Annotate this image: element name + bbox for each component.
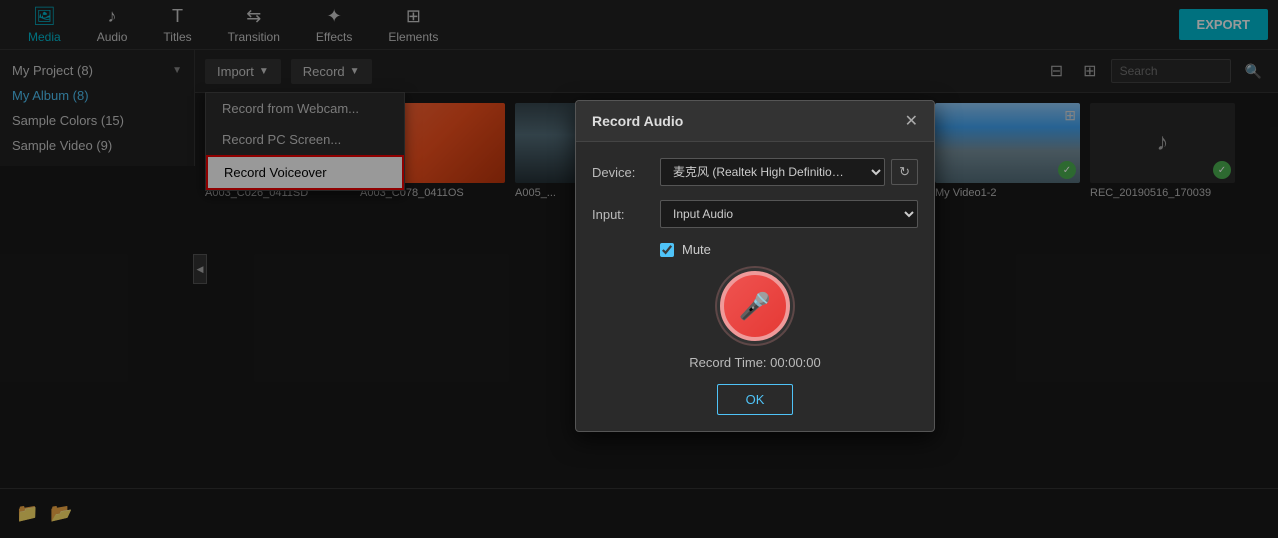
- toolbar-elements[interactable]: ⊞ Elements: [370, 1, 456, 49]
- record-time: Record Time: 00:00:00: [592, 355, 918, 370]
- add-icon: 📂: [50, 503, 72, 523]
- record-label: Record: [303, 64, 345, 79]
- mute-checkbox[interactable]: [660, 243, 674, 257]
- microphone-icon: 🎤: [739, 291, 771, 322]
- search-input[interactable]: [1111, 59, 1231, 83]
- sidebar-item-my-project[interactable]: My Project (8) ▼: [0, 58, 194, 83]
- media-label: REC_20190516_170039: [1090, 187, 1235, 199]
- list-item[interactable]: ✓ ⊞ My Video1-2: [935, 103, 1080, 199]
- refresh-device-button[interactable]: ↻: [891, 159, 918, 185]
- elements-icon: ⊞: [406, 6, 421, 27]
- music-note-icon: ♪: [1157, 129, 1169, 157]
- toolbar-audio[interactable]: ♪ Audio: [79, 1, 146, 49]
- add-button[interactable]: 📂: [50, 503, 72, 524]
- media-label: My Video1-2: [935, 187, 1080, 199]
- record-btn-wrap: 🎤: [592, 271, 918, 341]
- top-toolbar: 🖼 Media ♪ Audio T Titles ⇆ Transition ✦ …: [0, 0, 1278, 50]
- media-thumbnail: ♪ ✓: [1090, 103, 1235, 183]
- toolbar-media[interactable]: 🖼 Media: [10, 1, 79, 49]
- record-voiceover-item[interactable]: Record Voiceover: [206, 155, 404, 190]
- grid-view-icon-button[interactable]: ⊞: [1077, 58, 1102, 84]
- import-button[interactable]: Import ▼: [205, 59, 281, 84]
- new-folder-button[interactable]: 📁: [16, 503, 38, 524]
- device-label: Device:: [592, 165, 652, 180]
- device-select-wrap: 麦克风 (Realtek High Definitio… ↻: [660, 158, 918, 186]
- sidebar-item-my-album[interactable]: My Album (8): [0, 83, 194, 108]
- input-select-wrap: Input AudioMicrophone: [660, 200, 918, 228]
- sidebar-item-my-project-label: My Project (8): [12, 63, 93, 78]
- device-select[interactable]: 麦克风 (Realtek High Definitio…: [660, 158, 885, 186]
- folder-icon: 📁: [16, 503, 38, 523]
- input-select[interactable]: Input AudioMicrophone: [660, 200, 918, 228]
- device-row: Device: 麦克风 (Realtek High Definitio… ↻: [592, 158, 918, 186]
- dialog-body: Device: 麦克风 (Realtek High Definitio… ↻ I…: [576, 142, 934, 431]
- sidebar-wrap: My Project (8) ▼ My Album (8) Sample Col…: [0, 50, 195, 488]
- toolbar-transition-label: Transition: [228, 30, 280, 44]
- filter-icon-button[interactable]: ⊟: [1044, 58, 1069, 84]
- toolbar-transition[interactable]: ⇆ Transition: [210, 1, 298, 49]
- dialog-close-button[interactable]: ✕: [905, 111, 918, 131]
- record-webcam-item[interactable]: Record from Webcam...: [206, 93, 404, 124]
- grid-icon: ⊞: [1064, 107, 1076, 124]
- action-bar: Import ▼ Record ▼ Record from Webcam... …: [195, 50, 1278, 93]
- mute-label: Mute: [682, 242, 711, 257]
- sidebar-item-sample-colors-label: Sample Colors (15): [12, 113, 124, 128]
- export-button[interactable]: EXPORT: [1179, 9, 1268, 40]
- chevron-down-icon: ▼: [172, 65, 182, 76]
- toolbar-elements-label: Elements: [388, 30, 438, 44]
- sidebar-item-my-album-label: My Album (8): [12, 88, 89, 103]
- media-thumbnail: ✓ ⊞: [935, 103, 1080, 183]
- check-overlay: ✓: [1058, 161, 1076, 179]
- bottom-bar: 📁 📂: [0, 488, 1278, 538]
- record-dropdown-menu: Record from Webcam... Record PC Screen..…: [205, 92, 405, 191]
- record-button[interactable]: Record ▼: [291, 59, 372, 84]
- record-dropdown-arrow: ▼: [350, 66, 360, 77]
- record-mic-button[interactable]: 🎤: [720, 271, 790, 341]
- sidebar-item-sample-video[interactable]: Sample Video (9): [0, 133, 194, 158]
- toolbar-right: ⊟ ⊞ 🔍: [1044, 58, 1268, 84]
- list-item[interactable]: ♪ ✓ REC_20190516_170039: [1090, 103, 1235, 199]
- toolbar-effects-label: Effects: [316, 30, 352, 44]
- toolbar-media-label: Media: [28, 30, 61, 44]
- effects-icon: ✦: [327, 6, 342, 27]
- media-icon: 🖼: [33, 6, 56, 27]
- record-screen-item[interactable]: Record PC Screen...: [206, 124, 404, 155]
- sidebar-collapse-button[interactable]: ◀: [193, 254, 207, 284]
- toolbar-titles[interactable]: T Titles: [145, 1, 209, 49]
- check-overlay: ✓: [1213, 161, 1231, 179]
- toolbar-effects[interactable]: ✦ Effects: [298, 1, 370, 49]
- mute-row: Mute: [660, 242, 918, 257]
- toolbar-titles-label: Titles: [163, 30, 191, 44]
- dialog-header: Record Audio ✕: [576, 101, 934, 142]
- search-icon-button[interactable]: 🔍: [1239, 60, 1268, 83]
- sidebar-item-sample-video-label: Sample Video (9): [12, 138, 112, 153]
- transition-icon: ⇆: [246, 6, 261, 27]
- sidebar: My Project (8) ▼ My Album (8) Sample Col…: [0, 50, 195, 166]
- record-audio-dialog[interactable]: Record Audio ✕ Device: 麦克风 (Realtek High…: [575, 100, 935, 432]
- ok-btn-wrap: OK: [592, 384, 918, 415]
- import-dropdown-arrow: ▼: [259, 66, 269, 77]
- ok-button[interactable]: OK: [717, 384, 794, 415]
- titles-icon: T: [172, 6, 183, 27]
- audio-icon: ♪: [108, 6, 117, 27]
- import-label: Import: [217, 64, 254, 79]
- dialog-title: Record Audio: [592, 113, 683, 129]
- input-row: Input: Input AudioMicrophone: [592, 200, 918, 228]
- sidebar-item-sample-colors[interactable]: Sample Colors (15): [0, 108, 194, 133]
- input-label: Input:: [592, 207, 652, 222]
- toolbar-audio-label: Audio: [97, 30, 128, 44]
